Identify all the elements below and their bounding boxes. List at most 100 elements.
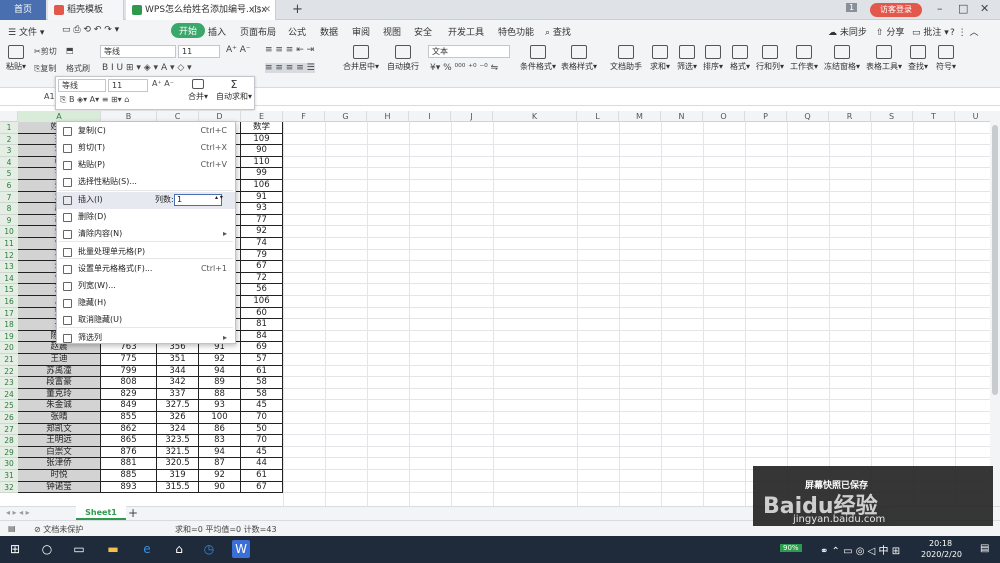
menu-page-layout[interactable]: 页面布局 — [240, 25, 276, 38]
cell-e[interactable]: 79 — [241, 249, 283, 262]
row-header[interactable]: 1 — [0, 122, 18, 134]
row-header[interactable]: 8 — [0, 203, 18, 215]
cell-c[interactable]: 320.5 — [157, 458, 199, 470]
context-item-3[interactable]: 选择性粘贴(S)... — [57, 174, 235, 191]
column-header-p[interactable]: P — [745, 111, 787, 122]
help-icon[interactable]: ? ⋮ ︿ — [950, 25, 979, 38]
context-item-1[interactable]: 剪切(T) Ctrl+X — [57, 140, 235, 157]
row-header[interactable]: 3 — [0, 145, 18, 157]
column-header-q[interactable]: Q — [787, 111, 829, 122]
fill-icon[interactable]: ⬒ — [66, 46, 74, 55]
cell-e[interactable]: 74 — [241, 238, 283, 250]
filter-button[interactable]: 筛选▾ — [677, 45, 697, 72]
comment-button[interactable]: ▭ 批注 ▾ — [912, 25, 949, 38]
number-format-icons[interactable]: ¥▾ % ⁰⁰⁰ ⁺⁰ ⁻⁰ ⇋ — [430, 63, 498, 73]
tab-file[interactable]: WPS怎么给姓名添加编号.xlsx □ ✕ — [126, 0, 276, 20]
mini-style-icons[interactable]: ⎘ B ◈▾ A▾ ≡ ⊞▾ ⌂ — [60, 95, 129, 105]
menu-security[interactable]: 安全 — [414, 25, 432, 38]
cell-a[interactable]: 郑凯文 — [18, 423, 101, 436]
tab-template[interactable]: 稻壳模板 — [48, 0, 124, 20]
context-item-8[interactable]: 设置单元格格式(F)... Ctrl+1 — [57, 261, 235, 278]
share-button[interactable]: ⇧ 分享 — [876, 25, 904, 38]
row-header[interactable]: 6 — [0, 180, 18, 192]
undo-redo-icons[interactable]: ▭ ⎙ ⟲ ↶ ↷ ▾ — [62, 25, 119, 35]
row-header[interactable]: 16 — [0, 296, 18, 308]
context-item-2[interactable]: 粘贴(P) Ctrl+V — [57, 157, 235, 174]
cell-b[interactable]: 876 — [101, 446, 157, 459]
cell-e[interactable]: 45 — [241, 446, 283, 459]
row-header[interactable]: 28 — [0, 435, 18, 447]
cell-c[interactable]: 351 — [157, 354, 199, 366]
row-header[interactable]: 13 — [0, 261, 18, 273]
row-header[interactable]: 5 — [0, 168, 18, 180]
cell-e[interactable]: 91 — [241, 191, 283, 204]
align-top-icons[interactable]: ≡ ≡ ≡ ⇤ ⇥ — [265, 45, 314, 55]
notification-icon[interactable]: ▤ — [980, 543, 989, 554]
cell-a[interactable]: 王迪 — [18, 354, 101, 366]
cell-e[interactable]: 57 — [241, 354, 283, 366]
doc-assistant-button[interactable]: 文档助手 — [610, 45, 642, 72]
column-header-l[interactable]: L — [577, 111, 619, 122]
screenshot-toast[interactable]: 屏幕快照已保存 Baidu经验 jingyan.baidu.com — [753, 466, 993, 526]
column-header-r[interactable]: R — [829, 111, 871, 122]
cell-c[interactable]: 321.5 — [157, 446, 199, 459]
cell-a[interactable]: 钟诺莹 — [18, 481, 101, 494]
cell-b[interactable]: 893 — [101, 481, 157, 494]
sync-status[interactable]: ☁ 未同步 — [828, 25, 867, 38]
sort-button[interactable]: 排序▾ — [703, 45, 723, 72]
cell-c[interactable]: 319 — [157, 470, 199, 482]
cell-d[interactable]: 92 — [199, 470, 241, 482]
row-header[interactable]: 30 — [0, 458, 18, 470]
select-all-corner[interactable] — [0, 111, 18, 122]
clock-date[interactable]: 2020/2/20 — [921, 550, 962, 559]
merge-center-button[interactable]: 合并居中▾ — [343, 45, 379, 72]
row-header[interactable]: 14 — [0, 272, 18, 285]
mini-font-grow-icon[interactable]: A⁺ A⁻ — [152, 79, 174, 88]
cell-e[interactable]: 58 — [241, 377, 283, 389]
battery-indicator[interactable]: 90% — [780, 544, 802, 552]
cell-e[interactable]: 84 — [241, 330, 283, 343]
cell-b[interactable]: 865 — [101, 435, 157, 447]
row-header[interactable]: 25 — [0, 400, 18, 412]
cell-c[interactable]: 315.5 — [157, 481, 199, 494]
cell-e[interactable]: 110 — [241, 156, 283, 169]
cell-e[interactable]: 45 — [241, 400, 283, 412]
menu-special[interactable]: 特色功能 — [498, 25, 534, 38]
column-header-h[interactable]: H — [367, 111, 409, 122]
row-header[interactable]: 12 — [0, 249, 18, 262]
column-header-s[interactable]: S — [871, 111, 913, 122]
menu-insert[interactable]: 插入 — [208, 25, 226, 38]
cell-c[interactable]: 344 — [157, 365, 199, 378]
number-format-select[interactable]: 文本 — [428, 45, 510, 58]
format-painter-button[interactable]: 格式刷 — [66, 63, 90, 74]
protect-status[interactable]: ⊘ 文档未保护 — [34, 524, 83, 535]
font-size-select[interactable]: 11 — [178, 45, 220, 58]
cell-d[interactable]: 100 — [199, 412, 241, 424]
row-header[interactable]: 17 — [0, 307, 18, 320]
row-header[interactable]: 7 — [0, 191, 18, 204]
minimize-icon[interactable]: – — [937, 2, 943, 15]
cell-e[interactable]: 44 — [241, 458, 283, 470]
cell-e[interactable]: 77 — [241, 214, 283, 227]
cell-d[interactable]: 94 — [199, 446, 241, 459]
cell-c[interactable]: 326 — [157, 412, 199, 424]
cell-a[interactable]: 张晴 — [18, 412, 101, 424]
cell-c[interactable]: 324 — [157, 423, 199, 436]
search-icon[interactable]: ○ — [38, 540, 56, 558]
cell-b[interactable]: 849 — [101, 400, 157, 412]
row-header[interactable]: 21 — [0, 354, 18, 366]
copy-button[interactable]: ⎘复制 — [34, 63, 56, 74]
cell-e[interactable]: 106 — [241, 296, 283, 308]
cell-d[interactable]: 83 — [199, 435, 241, 447]
conditional-format-button[interactable]: 条件格式▾ — [520, 45, 556, 72]
row-header[interactable]: 9 — [0, 214, 18, 227]
font-style-icons[interactable]: B I U ⊞ ▾ ◈ ▾ A ▾ ◇ ▾ — [102, 63, 192, 73]
row-header[interactable]: 4 — [0, 156, 18, 169]
align-left-icon[interactable]: ≡ ≡ ≡ ≡ ☰ — [265, 63, 315, 73]
column-header-e[interactable]: E — [241, 111, 283, 122]
cell-e[interactable]: 70 — [241, 435, 283, 447]
new-tab-button[interactable]: + — [292, 0, 303, 20]
column-header-m[interactable]: M — [619, 111, 661, 122]
cell-e[interactable]: 92 — [241, 226, 283, 238]
column-header-g[interactable]: G — [325, 111, 367, 122]
